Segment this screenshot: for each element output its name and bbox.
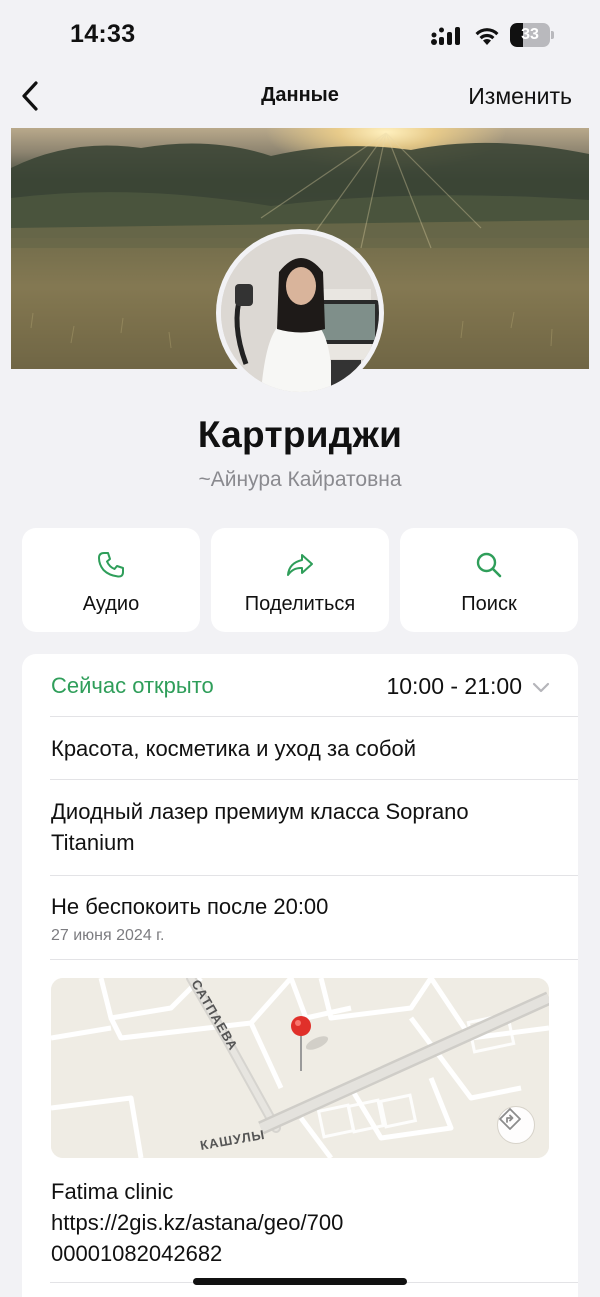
dnd-date: 27 июня 2024 г. <box>51 927 165 944</box>
audio-call-button[interactable]: Аудио <box>22 528 200 632</box>
info-card: Сейчас открыто 10:00 - 21:00 Красота, ко… <box>22 654 578 1297</box>
status-time: 14:33 <box>70 20 136 48</box>
location-map[interactable]: САТПАЕВА КАШУЛЫ <box>51 978 549 1158</box>
open-status: Сейчас открыто <box>51 673 214 698</box>
chevron-down-icon <box>532 682 550 693</box>
divider <box>50 716 578 717</box>
opening-hours: 10:00 - 21:00 <box>386 673 522 699</box>
directions-button[interactable] <box>497 1106 535 1144</box>
description-text: Диодный лазер премиум класса Soprano Tit… <box>51 799 469 855</box>
back-button[interactable] <box>12 78 48 114</box>
status-bar: 14:33 33 <box>0 0 600 70</box>
divider <box>50 779 578 780</box>
profile-name: Картриджи <box>197 414 403 455</box>
cellular-signal-icon <box>431 27 460 45</box>
edit-button[interactable]: Изменить <box>468 83 572 110</box>
battery-level: 33 <box>521 26 539 43</box>
audio-label: Аудио <box>82 593 140 615</box>
avatar[interactable] <box>216 229 384 397</box>
dnd-label: Не беспокоить после 20:00 <box>51 894 329 919</box>
divider <box>50 959 578 960</box>
chevron-left-icon <box>22 81 38 111</box>
divider <box>50 875 578 876</box>
battery-icon: 33 <box>510 23 554 47</box>
share-button[interactable]: Поделиться <box>211 528 389 632</box>
profile-subtitle: ~Айнура Кайратовна <box>198 468 402 491</box>
wifi-icon <box>475 28 499 45</box>
location-link[interactable]: Fatima clinic https://2gis.kz/astana/geo… <box>51 1176 551 1269</box>
directions-icon <box>499 1108 521 1130</box>
share-arrow-icon <box>287 554 313 576</box>
search-label: Поиск <box>461 593 517 615</box>
link-url[interactable]: https://2gis.kz/astana/geo/7000000108204… <box>51 1207 351 1269</box>
search-button[interactable]: Поиск <box>400 528 578 632</box>
search-icon <box>476 552 502 578</box>
phone-icon <box>98 552 124 578</box>
link-name: Fatima clinic <box>51 1179 174 1204</box>
home-indicator[interactable] <box>193 1278 407 1285</box>
category-text: Красота, косметика и уход за собой <box>51 736 417 761</box>
share-label: Поделиться <box>244 593 356 615</box>
